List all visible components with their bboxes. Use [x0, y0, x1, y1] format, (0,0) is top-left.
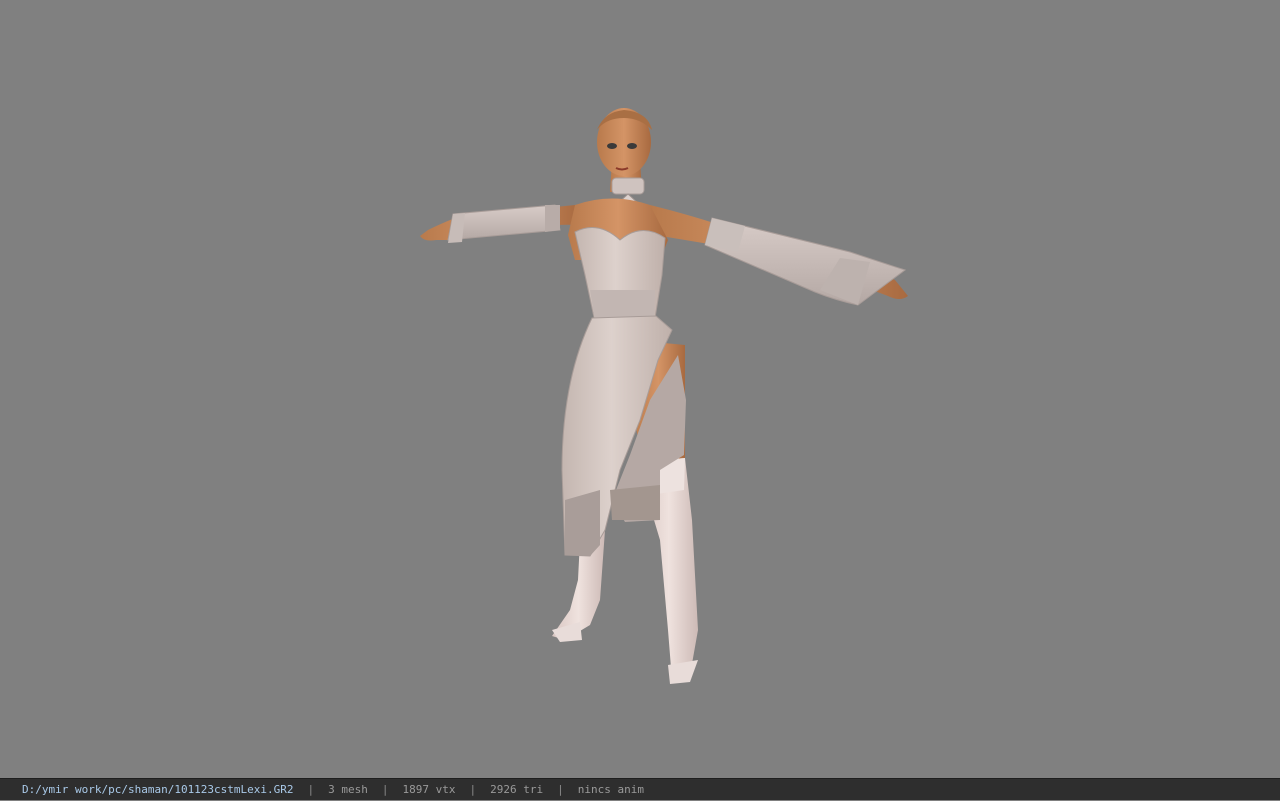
skirt-hem-lace — [565, 490, 600, 556]
status-separator: | — [381, 783, 389, 796]
animation-status: nincs anim — [577, 783, 644, 796]
left-sleeve — [447, 204, 561, 241]
choker — [611, 177, 645, 195]
3d-viewport[interactable] — [0, 0, 1280, 778]
triangle-count: 2926 tri — [490, 783, 544, 796]
character-model — [420, 108, 908, 684]
mesh-count: 3 mesh — [328, 783, 368, 796]
status-separator: | — [557, 783, 564, 796]
status-separator: | — [307, 783, 315, 796]
file-path: D:/ymir work/pc/shaman/101123cstmLexi.GR… — [22, 783, 294, 796]
vertex-count: 1897 vtx — [402, 783, 456, 796]
status-separator: | — [469, 783, 477, 796]
status-bar: D:/ymir work/pc/shaman/101123cstmLexi.GR… — [0, 778, 1280, 800]
